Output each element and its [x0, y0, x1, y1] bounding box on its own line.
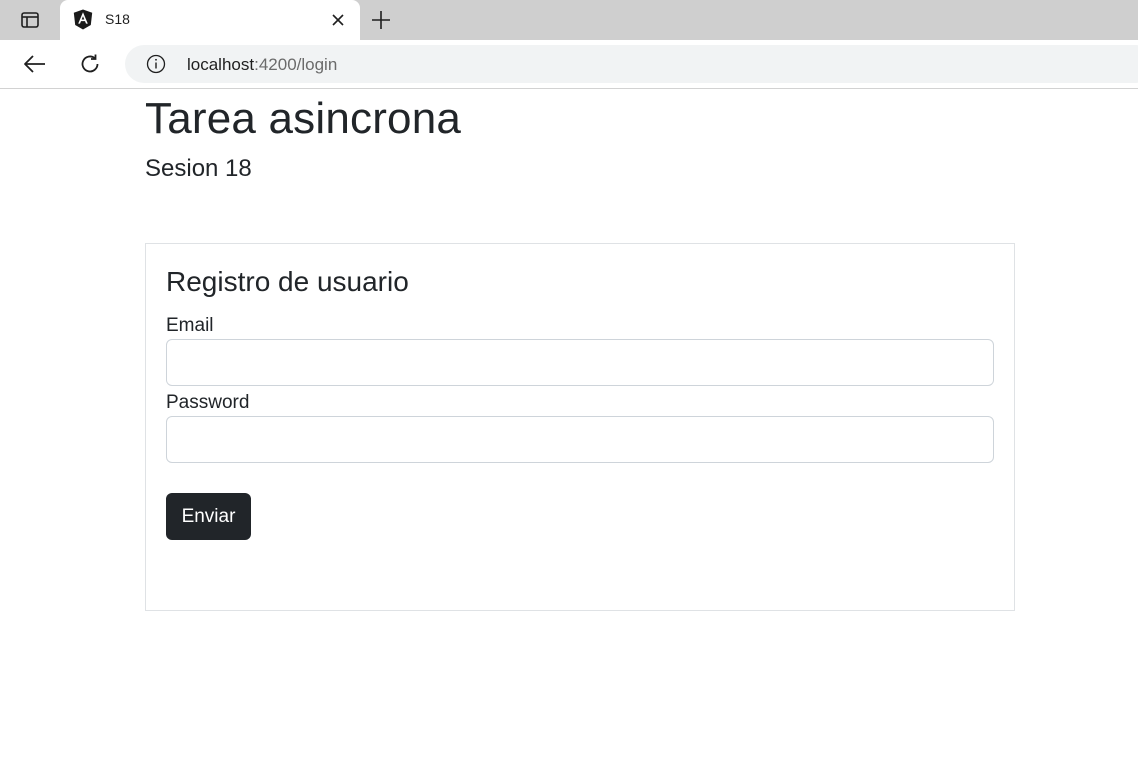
submit-button[interactable]: Enviar [166, 493, 251, 540]
registration-card: Registro de usuario Email Password Envia… [145, 243, 1015, 611]
browser-tabstrip: S18 [0, 0, 1138, 40]
tab-actions-icon[interactable] [10, 5, 50, 35]
page-subtitle: Sesion 18 [145, 155, 252, 182]
browser-toolbar: localhost:4200/login [0, 40, 1138, 89]
page-title: Tarea asincrona [145, 94, 462, 143]
angular-logo-icon [73, 9, 93, 30]
url-path: :4200/login [254, 55, 338, 74]
arrow-left-icon[interactable] [20, 50, 50, 78]
form-title: Registro de usuario [166, 266, 409, 297]
password-field[interactable] [166, 416, 994, 463]
info-icon[interactable] [146, 54, 166, 74]
address-bar[interactable]: localhost:4200/login [125, 45, 1138, 83]
email-field[interactable] [166, 339, 994, 386]
email-label: Email [166, 315, 214, 336]
url-host: localhost [187, 55, 255, 74]
plus-icon[interactable] [366, 5, 396, 35]
reload-icon[interactable] [75, 50, 105, 78]
page-content: Tarea asincrona Sesion 18 Registro de us… [0, 90, 1138, 762]
tab-title: S18 [105, 11, 130, 27]
browser-tab[interactable]: S18 [60, 0, 360, 40]
url-text[interactable]: localhost:4200/login [187, 55, 337, 75]
password-label: Password [166, 392, 250, 413]
close-icon[interactable] [328, 10, 348, 30]
